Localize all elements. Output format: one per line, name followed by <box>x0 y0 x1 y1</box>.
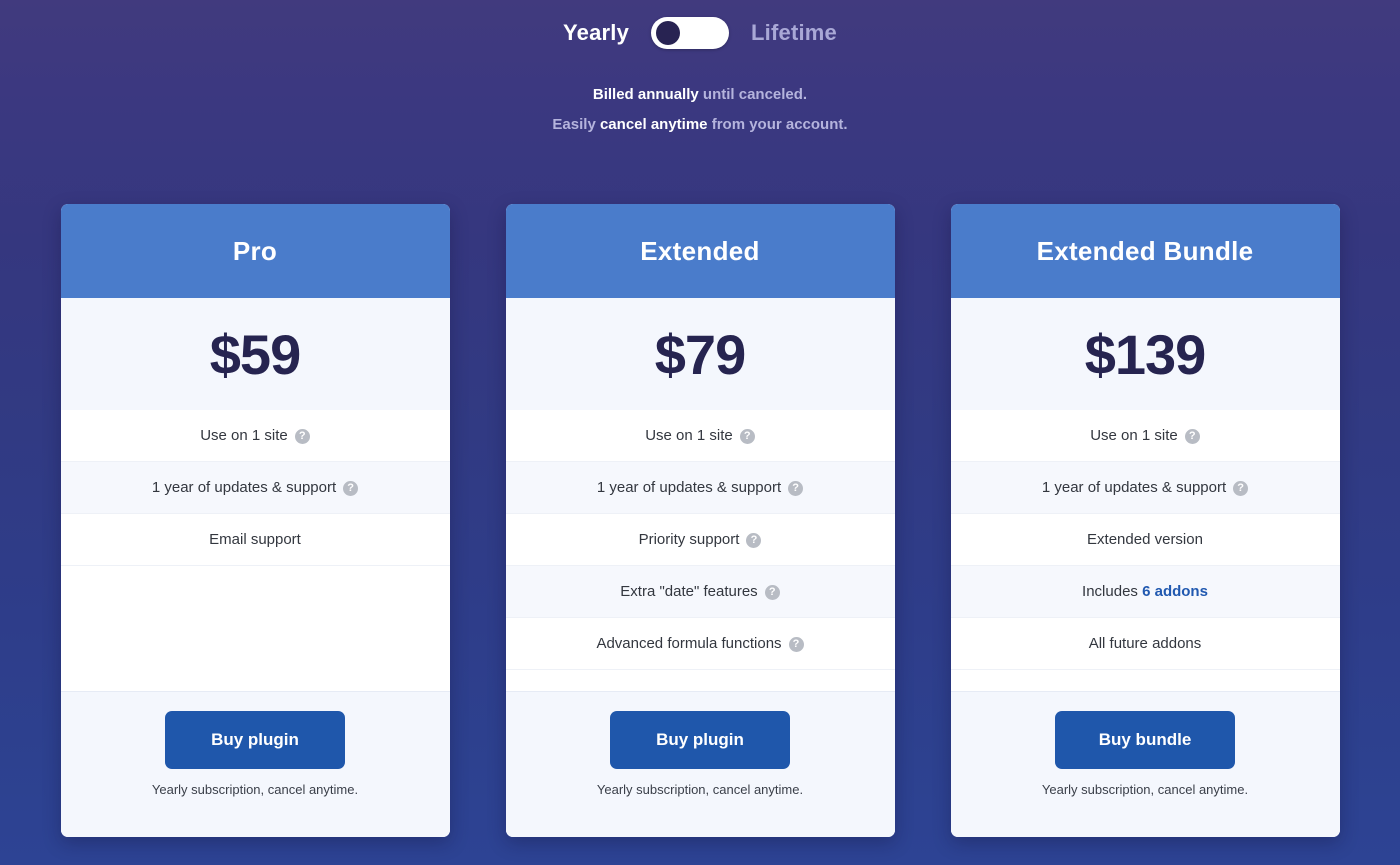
feature-row: Use on 1 site? <box>60 410 450 462</box>
feature-label-prefix: Includes <box>1082 583 1143 600</box>
help-icon[interactable]: ? <box>788 637 804 652</box>
feature-row: 1 year of updates & support? <box>60 462 450 514</box>
footer-note: Yearly subscription, cancel anytime. <box>151 782 359 797</box>
feature-row: Advanced formula functions? <box>505 618 895 670</box>
feature-list-spacer <box>60 566 450 691</box>
feature-row: 1 year of updates & support? <box>505 462 895 514</box>
feature-label: Email support <box>209 531 301 548</box>
billing-note-line-2-rest: from your account. <box>707 116 848 133</box>
feature-row: Includes 6 addons <box>950 566 1340 618</box>
help-icon[interactable]: ? <box>294 429 310 444</box>
buy-button[interactable]: Buy plugin <box>165 711 345 769</box>
card-header: Extended Bundle <box>950 204 1340 298</box>
billing-note-line-2-strong: cancel anytime <box>599 116 708 133</box>
feature-label: Extended version <box>1087 531 1203 548</box>
feature-list: Use on 1 site? 1 year of updates & suppor… <box>60 410 450 691</box>
footer-note: Yearly subscription, cancel anytime. <box>596 782 804 797</box>
buy-button[interactable]: Buy plugin <box>610 711 790 769</box>
feature-label: Advanced formula functions <box>596 635 782 652</box>
feature-label: Use on 1 site <box>645 427 733 444</box>
card-footer: Buy plugin Yearly subscription, cancel an… <box>505 691 895 837</box>
plan-title: Extended Bundle <box>1036 235 1254 266</box>
plan-price-section: $79 <box>505 298 895 410</box>
billing-label-lifetime[interactable]: Lifetime <box>751 20 837 46</box>
feature-row: Extra "date" features? <box>505 566 895 618</box>
feature-row: Priority support? <box>505 514 895 566</box>
buy-button[interactable]: Buy bundle <box>1055 711 1235 769</box>
feature-row: Extended version <box>950 514 1340 566</box>
help-icon[interactable]: ? <box>1184 429 1200 444</box>
help-icon[interactable]: ? <box>746 533 762 548</box>
billing-note-line-2: Easily cancel anytime from your account. <box>0 110 1400 140</box>
feature-list: Use on 1 site? 1 year of updates & suppor… <box>950 410 1340 691</box>
feature-label: 1 year of updates & support <box>596 479 782 496</box>
pricing-card-extended: Extended $79 Use on 1 site? 1 year of updat… <box>505 204 895 837</box>
feature-label: 1 year of updates & support <box>151 479 337 496</box>
help-icon[interactable]: ? <box>1233 481 1249 496</box>
toggle-knob <box>656 21 681 45</box>
help-icon[interactable]: ? <box>788 481 804 496</box>
billing-note-line-2-pre: Easily <box>552 116 600 133</box>
feature-list-spacer <box>505 670 895 691</box>
feature-row: Email support <box>60 514 450 566</box>
pricing-card-extended-bundle: Extended Bundle $139 Use on 1 site? 1 year … <box>950 204 1340 837</box>
pricing-card-pro: Pro $59 Use on 1 site? 1 year of updates & … <box>60 204 450 837</box>
feature-list: Use on 1 site? 1 year of updates & suppor… <box>505 410 895 691</box>
billing-note: Billed annually until canceled. Easily c… <box>0 80 1400 140</box>
plan-price: $139 <box>1084 322 1207 386</box>
card-footer: Buy plugin Yearly subscription, cancel an… <box>60 691 450 837</box>
pricing-cards: Pro $59 Use on 1 site? 1 year of updates & … <box>0 204 1400 837</box>
feature-label: Includes 6 addons <box>1082 583 1208 600</box>
feature-label: Use on 1 site <box>1090 427 1178 444</box>
feature-label-highlight: 6 addons <box>1142 583 1208 600</box>
help-icon[interactable]: ? <box>739 429 755 444</box>
feature-row: 1 year of updates & support? <box>950 462 1340 514</box>
plan-title: Pro <box>232 235 278 266</box>
card-header: Extended <box>505 204 895 298</box>
plan-price: $59 <box>209 322 301 386</box>
feature-list-spacer <box>950 670 1340 691</box>
feature-label: Extra "date" features <box>620 583 758 600</box>
billing-note-line-1-strong: Billed annually <box>592 86 699 103</box>
plan-price: $79 <box>654 322 746 386</box>
feature-row: Use on 1 site? <box>505 410 895 462</box>
plan-price-section: $139 <box>950 298 1340 410</box>
billing-period-switcher: Yearly Lifetime <box>0 0 1400 58</box>
plan-title: Extended <box>640 235 760 266</box>
card-footer: Buy bundle Yearly subscription, cancel an… <box>950 691 1340 837</box>
help-icon[interactable]: ? <box>764 585 780 600</box>
feature-row: All future addons <box>950 618 1340 670</box>
billing-label-yearly[interactable]: Yearly <box>563 20 629 46</box>
billing-period-toggle[interactable] <box>651 17 730 49</box>
billing-note-line-1-rest: until canceled. <box>698 86 808 103</box>
feature-label: Priority support <box>638 531 740 548</box>
feature-label: 1 year of updates & support <box>1041 479 1227 496</box>
feature-label: Use on 1 site <box>200 427 288 444</box>
plan-price-section: $59 <box>60 298 450 410</box>
feature-label: All future addons <box>1088 635 1202 652</box>
footer-note: Yearly subscription, cancel anytime. <box>1041 782 1249 797</box>
billing-note-line-1: Billed annually until canceled. <box>0 80 1400 110</box>
feature-row: Use on 1 site? <box>950 410 1340 462</box>
help-icon[interactable]: ? <box>343 481 359 496</box>
card-header: Pro <box>60 204 450 298</box>
